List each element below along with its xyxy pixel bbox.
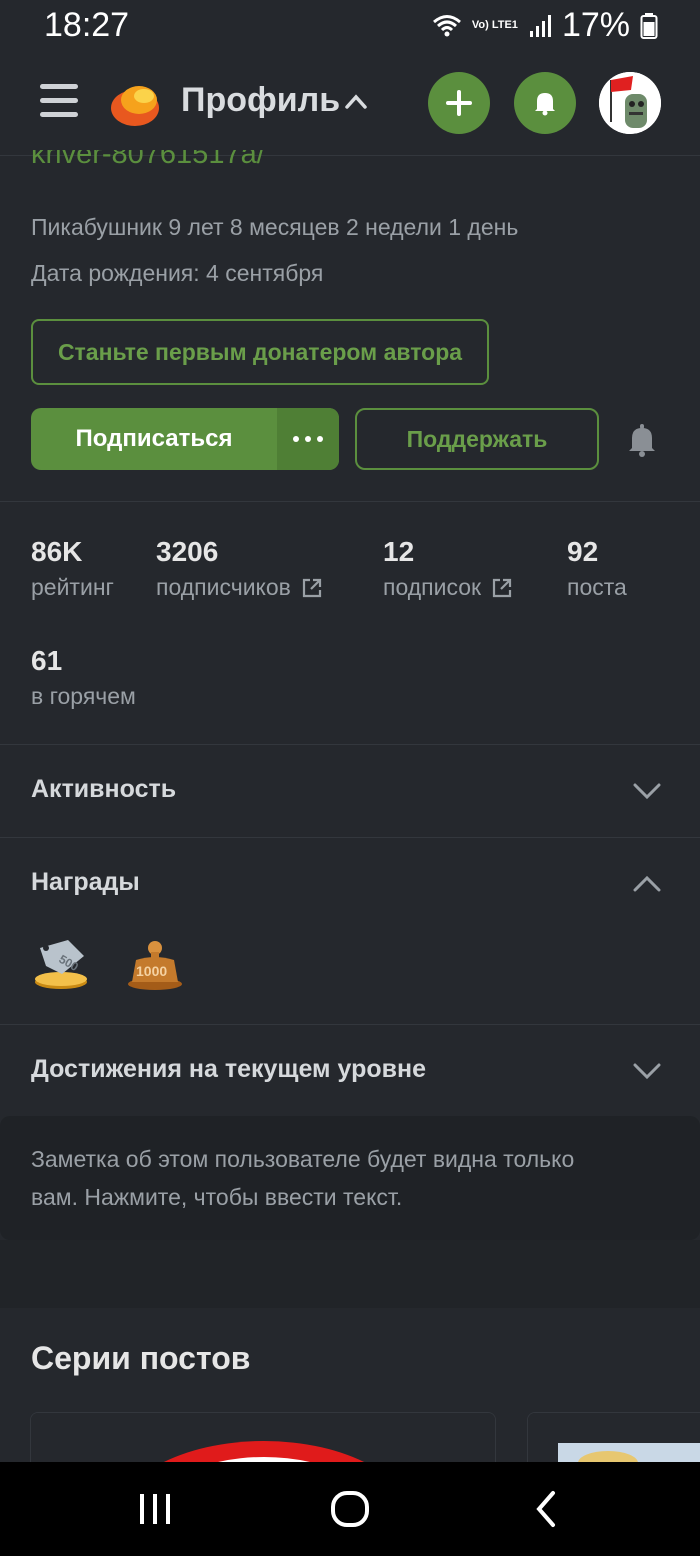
hamburger-menu-icon[interactable] <box>40 84 78 120</box>
stat-value: 61 <box>31 645 63 676</box>
stat-subscribers[interactable]: 3206 подписчиков <box>156 536 323 601</box>
pikabu-logo-icon[interactable] <box>106 74 164 132</box>
member-duration: Пикабушник 9 лет 8 месяцев 2 недели 1 де… <box>31 214 519 240</box>
back-icon[interactable] <box>534 1488 558 1530</box>
subscribe-button[interactable]: Подписаться <box>31 408 277 470</box>
add-post-button[interactable] <box>428 72 490 134</box>
dot-icon <box>317 436 323 442</box>
stat-posts: 92 поста <box>567 536 627 601</box>
status-bar: 18:27 Vo) LTE1 17% <box>0 0 700 52</box>
section-activity[interactable]: Активность <box>0 745 700 837</box>
battery-icon <box>640 12 658 39</box>
dot-icon <box>293 436 299 442</box>
recent-apps-icon[interactable] <box>138 1488 172 1530</box>
stat-label: подписок <box>383 574 482 600</box>
stat-rating: 86K рейтинг <box>31 536 114 601</box>
series-heading: Серии постов <box>31 1340 251 1376</box>
notifications-button[interactable] <box>514 72 576 134</box>
network-type-label: Vo) LTE1 <box>471 19 518 31</box>
signal-icon <box>529 14 551 37</box>
stat-label: поста <box>567 574 627 600</box>
wifi-icon <box>432 14 461 36</box>
stat-value: 3206 <box>156 536 219 567</box>
more-options-button[interactable] <box>277 408 339 470</box>
chevron-down-icon <box>633 1063 661 1080</box>
stat-label: в горячем <box>31 683 136 709</box>
external-link-icon <box>492 578 512 597</box>
status-time: 18:27 <box>44 6 130 44</box>
stat-value: 12 <box>383 536 415 567</box>
plus-icon <box>446 90 472 116</box>
chevron-up-icon[interactable] <box>344 92 368 110</box>
chevron-down-icon <box>633 783 661 800</box>
section-title: Достижения на текущем уровне <box>31 1055 426 1083</box>
price-tag-500-award-icon[interactable]: 500 <box>32 934 90 992</box>
stat-label: подписчиков <box>156 574 291 600</box>
home-icon[interactable] <box>330 1488 370 1530</box>
stat-value: 92 <box>567 536 599 567</box>
note-placeholder: Заметка об этом пользователе будет видна… <box>31 1146 575 1210</box>
svg-text:1000: 1000 <box>136 963 167 979</box>
birthday: Дата рождения: 4 сентября <box>31 260 324 286</box>
system-navigation-bar <box>0 1462 700 1556</box>
subscribe-button-group: Подписаться <box>31 408 339 470</box>
avatar[interactable] <box>599 72 661 134</box>
section-title: Награды <box>31 868 140 896</box>
avatar-image <box>599 72 661 134</box>
status-icons: Vo) LTE1 17% <box>432 6 658 45</box>
bell-outline-icon[interactable] <box>624 422 660 458</box>
support-button[interactable]: Поддержать <box>355 408 599 470</box>
section-spacer <box>0 1240 700 1308</box>
stat-hot: 61 в горячем <box>31 645 136 710</box>
dot-icon <box>305 436 311 442</box>
stat-value: 86K <box>31 536 83 567</box>
chevron-up-icon <box>633 875 661 892</box>
section-achievements[interactable]: Достижения на текущем уровне <box>0 1025 700 1117</box>
stat-label: рейтинг <box>31 574 114 600</box>
section-awards[interactable]: Награды <box>0 838 700 930</box>
weight-1000-award-icon[interactable]: 1000 <box>126 934 184 992</box>
divider <box>0 501 700 502</box>
section-title: Активность <box>31 775 177 803</box>
external-link-icon <box>302 578 321 597</box>
stat-subscriptions[interactable]: 12 подписок <box>383 536 513 601</box>
battery-percent: 17% <box>561 6 630 44</box>
user-note-field[interactable]: Заметка об этом пользователе будет видна… <box>0 1116 700 1240</box>
donate-banner-button[interactable]: Станьте первым донатером автора <box>31 319 489 385</box>
bell-icon <box>535 93 555 116</box>
app-bar: Профиль <box>0 52 700 156</box>
page-title[interactable]: Профиль <box>181 81 340 120</box>
